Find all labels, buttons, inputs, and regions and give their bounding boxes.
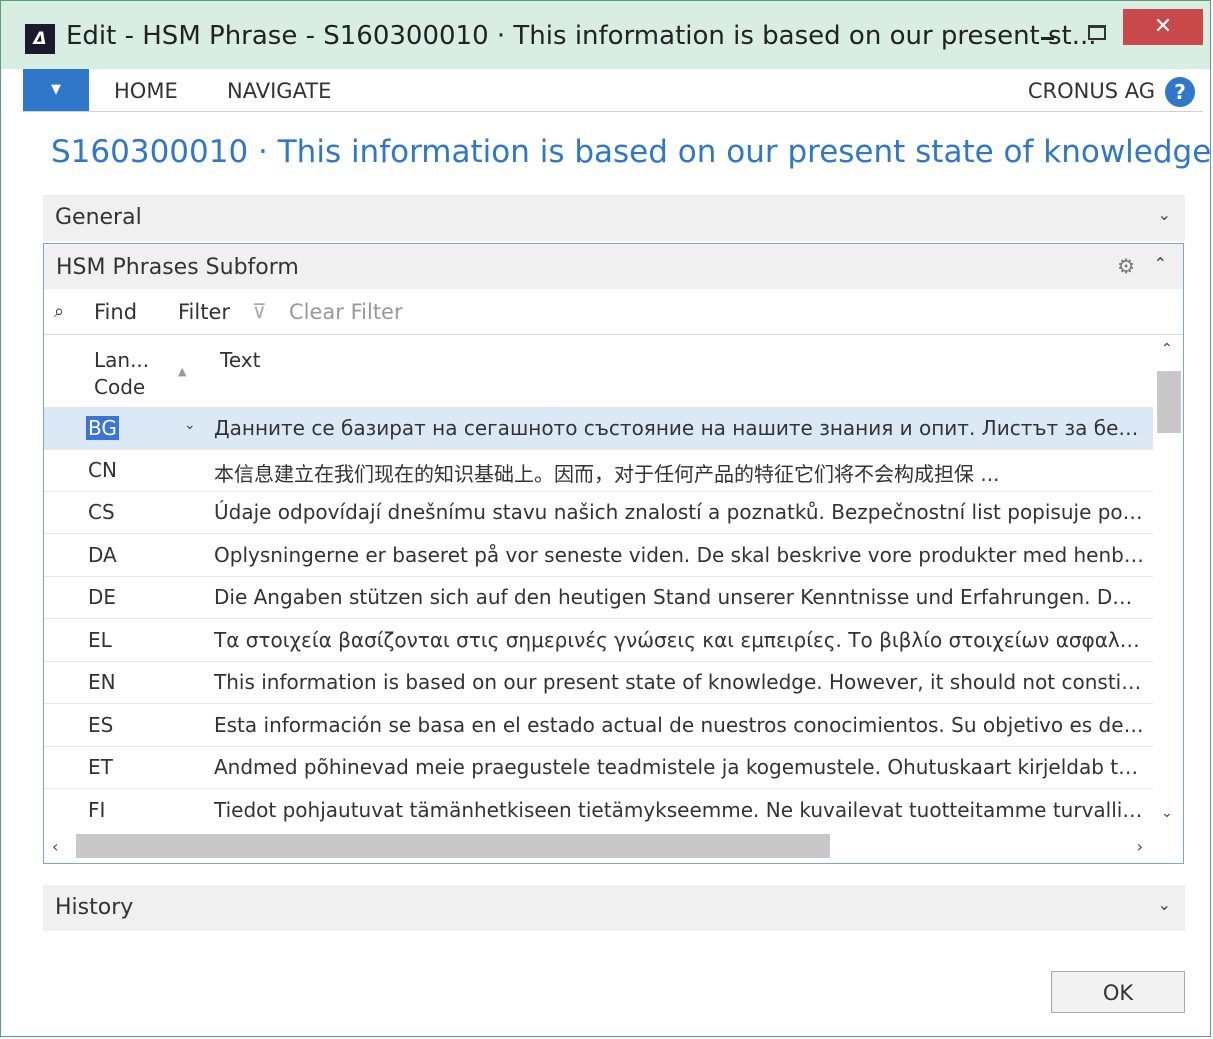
- maximize-button[interactable]: [1081, 19, 1113, 49]
- cell-language-code[interactable]: ET: [88, 755, 113, 779]
- table-row[interactable]: DA Oplysningerne er baseret på vor senes…: [44, 534, 1153, 577]
- chevron-down-icon[interactable]: ⌄: [1158, 895, 1171, 914]
- horizontal-scroll-thumb[interactable]: [76, 834, 830, 858]
- cell-text[interactable]: Tiedot pohjautuvat tämänhetkiseen tietäm…: [214, 798, 1144, 822]
- hsm-phrases-subform: HSM Phrases Subform ⚙ ⌃ ⌕ Find Filter ⊽ …: [43, 243, 1184, 864]
- column-header-code-line1: Lan...: [94, 348, 150, 372]
- subform-toolbar: ⌕ Find Filter ⊽ Clear Filter: [44, 289, 1183, 335]
- table-row[interactable]: CS Údaje odpovídají dnešnímu stavu našic…: [44, 491, 1153, 534]
- clear-filter-button[interactable]: Clear Filter: [289, 300, 403, 324]
- table-row[interactable]: EN This information is based on our pres…: [44, 661, 1153, 704]
- grid-header: Lan... Code ▲ Text: [44, 335, 1153, 407]
- chevron-down-icon[interactable]: ⌄: [1161, 805, 1173, 821]
- close-button[interactable]: ✕: [1123, 9, 1203, 45]
- help-icon[interactable]: ?: [1165, 77, 1195, 107]
- filter-button[interactable]: Filter: [178, 300, 230, 324]
- chevron-down-icon[interactable]: ⌄: [1158, 205, 1171, 224]
- column-header-language-code[interactable]: Lan... Code: [94, 347, 149, 401]
- cell-language-code[interactable]: EN: [88, 670, 116, 694]
- cell-language-code[interactable]: EL: [88, 628, 112, 652]
- subform-title: HSM Phrases Subform: [56, 255, 299, 280]
- cell-text[interactable]: Esta información se basa en el estado ac…: [214, 713, 1144, 737]
- find-button[interactable]: Find: [94, 300, 137, 324]
- fasttab-general[interactable]: General ⌄: [43, 195, 1185, 241]
- cell-text[interactable]: Oplysningerne er baseret på vor seneste …: [214, 543, 1144, 567]
- table-row[interactable]: EL Τα στοιχεία βασίζονται στις σημερινές…: [44, 619, 1153, 662]
- binoculars-icon[interactable]: ⌕: [54, 301, 64, 322]
- fasttab-history-title: History: [55, 895, 134, 920]
- fasttab-history[interactable]: History ⌄: [43, 885, 1185, 931]
- phrases-grid: Lan... Code ▲ Text BG ⌄ Данните се базир…: [44, 335, 1153, 831]
- cell-language-code[interactable]: ES: [88, 713, 113, 737]
- app-logo-icon: Δ: [25, 24, 55, 54]
- gear-icon[interactable]: ⚙: [1117, 254, 1135, 278]
- fasttab-general-title: General: [55, 205, 142, 230]
- minimize-button[interactable]: [1033, 23, 1061, 53]
- cell-text[interactable]: This information is based on our present…: [214, 670, 1144, 694]
- cell-text[interactable]: 本信息建立在我们现在的知识基础上。因而，对于任何产品的特征它们将不会构成担保 .…: [214, 458, 1144, 487]
- chevron-left-icon[interactable]: ‹: [52, 837, 58, 856]
- chevron-up-icon[interactable]: ⌃: [1154, 254, 1167, 273]
- title-bar: Δ Edit - HSM Phrase - S160300010 · This …: [1, 1, 1210, 69]
- tab-navigate[interactable]: NAVIGATE: [227, 79, 331, 103]
- horizontal-scrollbar[interactable]: ‹ ›: [44, 831, 1183, 863]
- table-row[interactable]: CN 本信息建立在我们现在的知识基础上。因而，对于任何产品的特征它们将不会构成担…: [44, 449, 1153, 492]
- table-row[interactable]: ET Andmed põhinevad meie praegustele tea…: [44, 746, 1153, 789]
- table-row[interactable]: FI Tiedot pohjautuvat tämänhetkiseen tie…: [44, 789, 1153, 831]
- vertical-scroll-thumb[interactable]: [1157, 371, 1181, 433]
- clear-filter-icon: ⊽: [252, 299, 267, 323]
- cell-language-code[interactable]: CN: [88, 458, 117, 482]
- table-row[interactable]: BG ⌄ Данните се базират на сегашното със…: [44, 407, 1153, 450]
- ribbon: ▼ HOME NAVIGATE CRONUS AG ?: [23, 69, 1203, 112]
- page-title: S160300010 · This information is based o…: [51, 134, 1213, 170]
- column-header-code-line2: Code: [94, 375, 146, 399]
- cell-language-code[interactable]: DA: [88, 543, 117, 567]
- cell-language-code[interactable]: DE: [88, 585, 116, 609]
- window-title: Edit - HSM Phrase - S160300010 · This in…: [66, 21, 1097, 51]
- chevron-right-icon[interactable]: ›: [1137, 837, 1143, 856]
- sort-ascending-icon: ▲: [178, 365, 187, 378]
- company-name: CRONUS AG: [1027, 79, 1155, 103]
- vertical-scrollbar[interactable]: ⌃ ⌄: [1153, 335, 1183, 831]
- table-row[interactable]: ES Esta información se basa en el estado…: [44, 704, 1153, 747]
- cell-text[interactable]: Údaje odpovídají dnešnímu stavu našich z…: [214, 500, 1144, 524]
- edit-hsm-phrase-window: Δ Edit - HSM Phrase - S160300010 · This …: [0, 0, 1213, 1037]
- ok-button[interactable]: OK: [1051, 971, 1185, 1013]
- cell-text[interactable]: Τα στοιχεία βασίζονται στις σημερινές γν…: [214, 628, 1144, 652]
- subform-header[interactable]: HSM Phrases Subform ⚙ ⌃: [44, 244, 1183, 289]
- cell-language-code[interactable]: FI: [88, 798, 105, 822]
- application-menu-button[interactable]: ▼: [23, 69, 89, 111]
- tab-home[interactable]: HOME: [114, 79, 178, 103]
- cell-text[interactable]: Andmed põhinevad meie praegustele teadmi…: [214, 755, 1144, 779]
- cell-text[interactable]: Die Angaben stützen sich auf den heutige…: [214, 585, 1144, 609]
- cell-text[interactable]: Данните се базират на сегашното състояни…: [214, 416, 1144, 440]
- column-header-text[interactable]: Text: [220, 347, 260, 374]
- chevron-down-icon[interactable]: ⌄: [184, 417, 196, 433]
- chevron-up-icon[interactable]: ⌃: [1161, 341, 1173, 357]
- table-row[interactable]: DE Die Angaben stützen sich auf den heut…: [44, 576, 1153, 619]
- cell-language-code[interactable]: CS: [88, 500, 115, 524]
- cell-language-code[interactable]: BG: [86, 416, 119, 440]
